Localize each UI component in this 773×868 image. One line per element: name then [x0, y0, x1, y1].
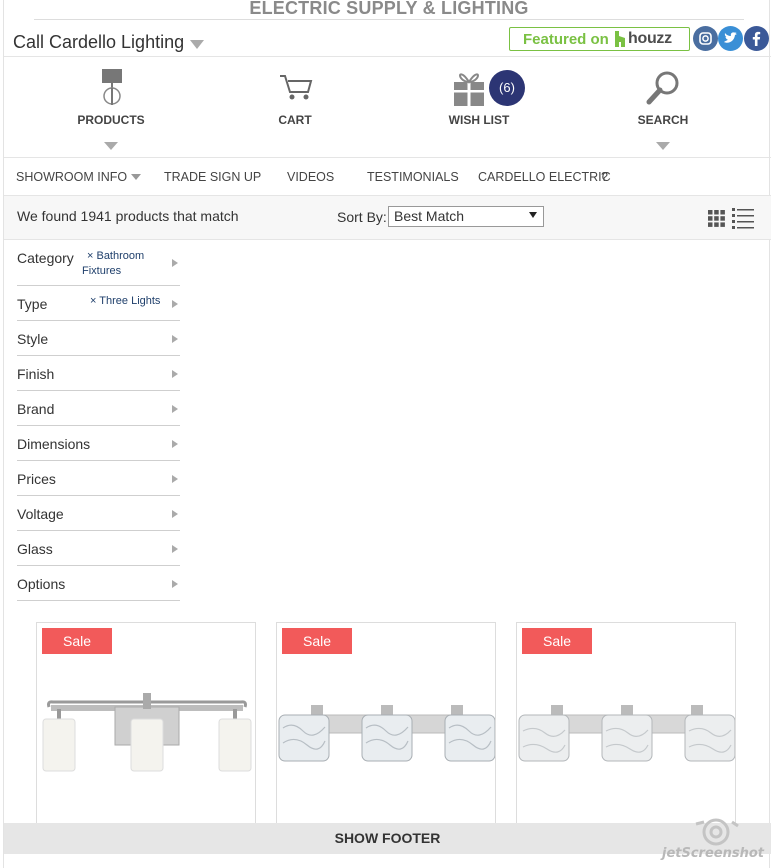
- filter-label: Glass: [17, 541, 53, 557]
- sort-value: Best Match: [394, 208, 465, 224]
- nav-wishlist[interactable]: (6) WISH LIST: [419, 58, 539, 158]
- cart-icon: [280, 75, 313, 100]
- filter-voltage[interactable]: Voltage: [17, 496, 180, 531]
- page: ELECTRIC SUPPLY & LIGHTING Call Cardello…: [3, 0, 771, 868]
- filter-category[interactable]: Category × Bathroom Fixtures: [17, 241, 180, 286]
- sort-select[interactable]: Best Match: [388, 206, 544, 227]
- subnav-videos[interactable]: VIDEOS: [287, 170, 334, 184]
- filter-label: Prices: [17, 471, 56, 487]
- results-count: We found 1941 products that match: [17, 208, 239, 224]
- sort-label: Sort By:: [337, 209, 387, 225]
- chevron-right-icon: [172, 370, 178, 378]
- subnav-testimonials[interactable]: TESTIMONIALS: [367, 170, 459, 184]
- nav-search-label: SEARCH: [637, 113, 689, 127]
- show-footer-button[interactable]: SHOW FOOTER: [4, 823, 771, 854]
- filter-chip-bathroom-fixtures[interactable]: × Bathroom Fixtures: [82, 249, 145, 279]
- watermark: jetScreenshot: [662, 816, 770, 864]
- filter-prices[interactable]: Prices: [17, 461, 180, 496]
- chevron-right-icon: [172, 259, 178, 267]
- lamp-icon: [102, 69, 122, 105]
- houzz-brand-text: houzz: [628, 30, 672, 47]
- search-icon: [646, 71, 679, 105]
- product-image: [42, 693, 252, 772]
- subnav-trade-signup[interactable]: TRADE SIGN UP: [164, 170, 261, 184]
- chevron-right-icon: [172, 580, 178, 588]
- chip-text: Fixtures: [82, 265, 122, 277]
- filter-chip-three-lights[interactable]: × Three Lights: [90, 294, 160, 309]
- call-dropdown[interactable]: Call Cardello Lighting: [13, 32, 205, 53]
- chevron-down-icon: [529, 212, 537, 218]
- chevron-right-icon: [172, 475, 178, 483]
- filter-type[interactable]: Type × Three Lights: [17, 286, 180, 321]
- sale-badge: Sale: [282, 628, 352, 654]
- filter-panel: Category × Bathroom Fixtures Type × Three…: [17, 241, 180, 601]
- nav-wishlist-label: WISH LIST: [448, 113, 510, 127]
- instagram-icon[interactable]: [693, 26, 718, 51]
- chevron-down-icon: [131, 174, 142, 180]
- secondary-nav: SHOWROOM INFO TRADE SIGN UP VIDEOS TESTI…: [4, 158, 771, 196]
- chevron-right-icon: [172, 545, 178, 553]
- results-bar: We found 1941 products that match Sort B…: [4, 196, 771, 240]
- product-card[interactable]: Sale: [516, 622, 736, 832]
- houzz-featured-text: Featured on: [523, 31, 609, 48]
- top-bar: Call Cardello Lighting Featured on houzz: [4, 22, 771, 57]
- filter-label: Finish: [17, 366, 55, 382]
- filter-label: Brand: [17, 401, 55, 417]
- filter-label: Category: [17, 250, 74, 266]
- chevron-right-icon: [172, 300, 178, 308]
- main-nav: PRODUCTS CART (6) WISH LIST SEARCH: [4, 58, 771, 158]
- filter-brand[interactable]: Brand: [17, 391, 180, 426]
- camera-watermark-icon: [695, 818, 739, 846]
- filter-label: Voltage: [17, 506, 64, 522]
- twitter-icon[interactable]: [718, 26, 743, 51]
- chip-text: × Bathroom: [87, 250, 145, 262]
- product-image: [278, 705, 495, 762]
- subnav-showroom-label: SHOWROOM INFO: [16, 170, 128, 184]
- nav-products-label: PRODUCTS: [77, 113, 145, 127]
- sale-badge: Sale: [522, 628, 592, 654]
- gift-icon: [454, 73, 484, 106]
- chevron-down-icon: [104, 142, 118, 150]
- filter-style[interactable]: Style: [17, 321, 180, 356]
- filter-options[interactable]: Options: [17, 566, 180, 601]
- facebook-icon[interactable]: [744, 26, 769, 51]
- nav-products[interactable]: PRODUCTS: [51, 58, 171, 158]
- nav-cart[interactable]: CART: [235, 58, 355, 158]
- chevron-right-icon: [172, 405, 178, 413]
- chevron-down-icon: [656, 142, 670, 150]
- nav-search[interactable]: SEARCH: [603, 58, 723, 158]
- chevron-down-icon: [190, 40, 205, 49]
- filter-glass[interactable]: Glass: [17, 531, 180, 566]
- houzz-badge[interactable]: Featured on houzz: [509, 27, 690, 51]
- watermark-text: jetScreenshot: [662, 846, 764, 861]
- wishlist-count-badge: (6): [489, 70, 525, 106]
- sale-badge: Sale: [42, 628, 112, 654]
- list-view-icon[interactable]: [732, 207, 754, 229]
- banner-text: ELECTRIC SUPPLY & LIGHTING: [249, 0, 529, 18]
- product-image: [518, 705, 735, 762]
- help-icon[interactable]: ?: [601, 170, 608, 184]
- chevron-right-icon: [172, 335, 178, 343]
- filter-finish[interactable]: Finish: [17, 356, 180, 391]
- grid-view-icon[interactable]: [708, 210, 725, 227]
- houzz-logo-icon: [615, 31, 625, 47]
- product-card[interactable]: Sale: [276, 622, 496, 832]
- product-card[interactable]: Sale: [36, 622, 256, 832]
- call-label: Call Cardello Lighting: [13, 32, 185, 52]
- filter-label: Style: [17, 331, 49, 347]
- nav-cart-label: CART: [278, 113, 312, 127]
- chevron-right-icon: [172, 510, 178, 518]
- subnav-cardello-electric[interactable]: CARDELLO ELECTRIC: [478, 170, 611, 184]
- filter-dimensions[interactable]: Dimensions: [17, 426, 180, 461]
- chevron-right-icon: [172, 440, 178, 448]
- filter-label: Type: [17, 296, 48, 312]
- filter-label: Dimensions: [17, 436, 91, 452]
- filter-label: Options: [17, 576, 66, 592]
- subnav-showroom-info[interactable]: SHOWROOM INFO: [16, 170, 142, 184]
- brand-banner[interactable]: ELECTRIC SUPPLY & LIGHTING: [34, 0, 744, 20]
